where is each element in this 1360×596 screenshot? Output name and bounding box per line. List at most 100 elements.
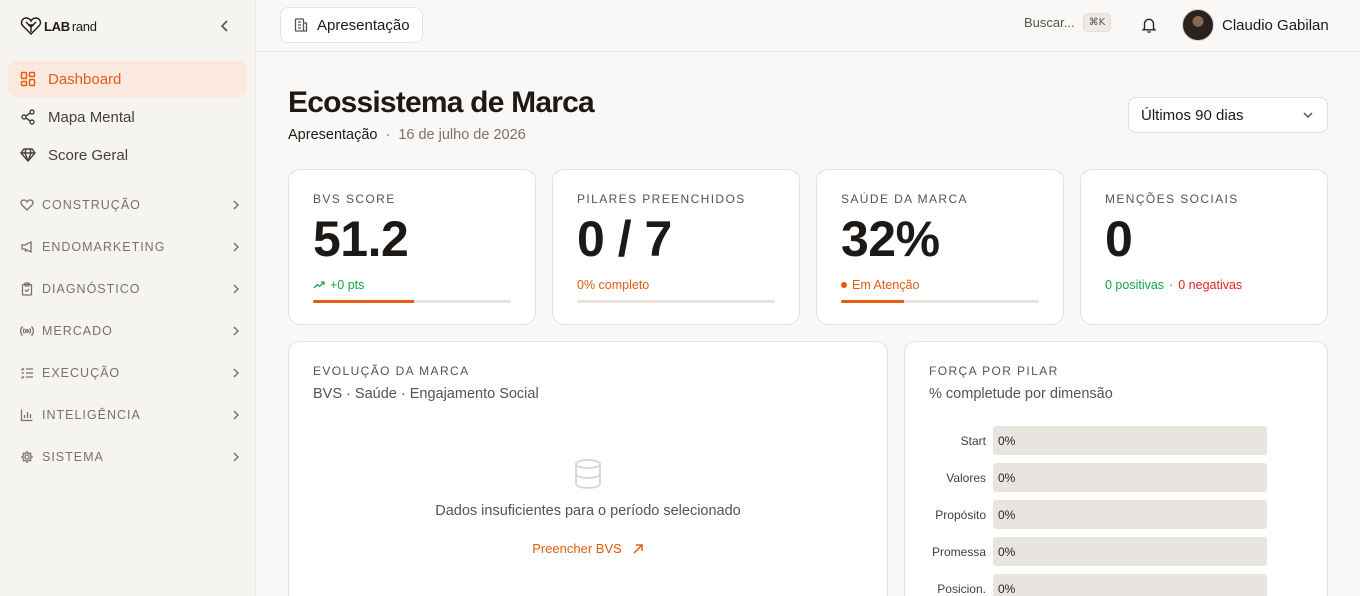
collapse-sidebar-button[interactable] bbox=[215, 16, 235, 36]
chevron-right-icon bbox=[233, 242, 240, 252]
chevron-right-icon bbox=[233, 200, 240, 210]
sidebar-section-inteligencia[interactable]: INTELIGÊNCIA bbox=[0, 394, 255, 436]
evolution-card: EVOLUÇÃO DA MARCA BVS · Saúde · Engajame… bbox=[288, 341, 888, 596]
kpi-progress-fill bbox=[841, 300, 905, 303]
pillar-bar: 0% bbox=[993, 463, 1267, 492]
kpi-value: 0 bbox=[1105, 211, 1133, 267]
kpi-trend: +0 pts bbox=[313, 277, 511, 293]
force-by-pillar-card: FORÇA POR PILAR % completude por dimensã… bbox=[904, 341, 1328, 596]
building-icon bbox=[294, 18, 308, 32]
kpi-trend-text: +0 pts bbox=[330, 278, 365, 292]
kpi-card-bvs-score: BVS SCORE 51.2 +0 pts bbox=[288, 169, 536, 325]
pillar-value: 0% bbox=[998, 582, 1016, 596]
kpi-value: 32% bbox=[841, 211, 940, 267]
pillar-value: 0% bbox=[998, 471, 1016, 485]
sidebar-section-endomarketing[interactable]: ENDOMARKETING bbox=[0, 226, 255, 268]
pillar-bar: 0% bbox=[993, 426, 1267, 455]
section-label: ENDOMARKETING bbox=[42, 240, 166, 254]
logo-text-bold: LAB bbox=[44, 18, 70, 34]
sidebar-header: LAB rand bbox=[0, 0, 255, 52]
sidebar-sections: CONSTRUÇÃO ENDOMARKETING DIAGNÓSTICO MER… bbox=[0, 184, 255, 478]
card-subtitle: % completude por dimensão bbox=[929, 386, 1113, 402]
diamond-icon bbox=[20, 148, 36, 163]
pillar-bar: 0% bbox=[993, 500, 1267, 529]
logo-text-thin: rand bbox=[71, 18, 97, 34]
sidebar-section-execucao[interactable]: EXECUÇÃO bbox=[0, 352, 255, 394]
broadcast-icon bbox=[20, 326, 34, 336]
breadcrumb-project[interactable]: Apresentação bbox=[280, 7, 423, 43]
pillar-name: Posicion. bbox=[937, 581, 986, 596]
chevron-right-icon bbox=[233, 410, 240, 420]
kpi-progress-bar bbox=[313, 300, 511, 303]
topbar: Apresentação Buscar... ⌘K Claudio Gabila… bbox=[256, 0, 1360, 52]
sidebar-item-score-geral[interactable]: Score Geral bbox=[8, 137, 247, 173]
status-badge: Em Atenção bbox=[852, 278, 920, 292]
fill-bvs-link[interactable]: Preencher BVS bbox=[532, 541, 644, 556]
sidebar-item-label: Mapa Mental bbox=[48, 108, 135, 126]
kpi-note: 0% completo bbox=[577, 277, 775, 293]
sidebar-section-mercado[interactable]: MERCADO bbox=[0, 310, 255, 352]
chevron-right-icon bbox=[233, 284, 240, 294]
pillar-value: 0% bbox=[998, 545, 1016, 559]
kpi-value: 51.2 bbox=[313, 211, 409, 267]
pillar-row: Promessa 0% bbox=[929, 533, 1267, 570]
sidebar-item-label: Score Geral bbox=[48, 146, 129, 164]
section-label: EXECUÇÃO bbox=[42, 366, 121, 380]
section-label: DIAGNÓSTICO bbox=[42, 282, 141, 296]
page-date: 16 de julho de 2026 bbox=[398, 127, 526, 143]
kpi-sentiment: 0 positivas · 0 negativas bbox=[1105, 277, 1303, 293]
sidebar-nav: Dashboard Mapa Mental Score Geral bbox=[0, 52, 255, 184]
kpi-label: MENÇÕES SOCIAIS bbox=[1105, 192, 1239, 206]
search-trigger[interactable]: Buscar... ⌘K bbox=[1024, 13, 1112, 32]
page-subtitle: Apresentação · 16 de julho de 2026 bbox=[288, 127, 526, 143]
clipboard-icon bbox=[21, 282, 33, 296]
avatar bbox=[1182, 9, 1214, 41]
chevron-right-icon bbox=[233, 326, 240, 336]
sidebar-item-mapa-mental[interactable]: Mapa Mental bbox=[8, 99, 247, 135]
kpi-note-text: 0% completo bbox=[577, 278, 650, 292]
period-select[interactable]: Últimos 90 dias bbox=[1128, 97, 1328, 133]
sidebar-section-sistema[interactable]: SISTEMA bbox=[0, 436, 255, 478]
user-menu[interactable]: Claudio Gabilan bbox=[1182, 9, 1329, 41]
search-label: Buscar... bbox=[1024, 15, 1075, 30]
pillar-value: 0% bbox=[998, 508, 1016, 522]
trending-up-icon bbox=[313, 281, 325, 289]
kpi-card-mencoes: MENÇÕES SOCIAIS 0 0 positivas · 0 negati… bbox=[1080, 169, 1328, 325]
kpi-progress-bar bbox=[577, 300, 775, 303]
pillar-row: Posicion. 0% bbox=[929, 570, 1267, 596]
subtitle-separator: · bbox=[385, 127, 391, 143]
sidebar-section-diagnostico[interactable]: DIAGNÓSTICO bbox=[0, 268, 255, 310]
sidebar-item-dashboard[interactable]: Dashboard bbox=[8, 61, 247, 97]
chevron-right-icon bbox=[233, 368, 240, 378]
pillar-name: Promessa bbox=[931, 544, 986, 559]
search-shortcut-badge: ⌘K bbox=[1082, 13, 1112, 32]
bell-icon[interactable] bbox=[1140, 16, 1158, 34]
pillar-bar: 0% bbox=[993, 574, 1267, 596]
pillar-name: Valores bbox=[946, 470, 986, 485]
period-value: Últimos 90 dias bbox=[1141, 106, 1244, 124]
megaphone-icon bbox=[21, 240, 32, 254]
share-nodes-icon bbox=[21, 109, 35, 125]
chevron-down-icon bbox=[1303, 112, 1313, 119]
pillar-row: Valores 0% bbox=[929, 459, 1267, 496]
section-label: INTELIGÊNCIA bbox=[42, 408, 141, 422]
pillar-bars: Start 0% Valores 0% Propósito 0% Promessa 0%… bbox=[929, 422, 1267, 596]
status-dot bbox=[841, 282, 847, 288]
card-subtitle: BVS · Saúde · Engajamento Social bbox=[313, 386, 539, 402]
bar-chart-icon bbox=[20, 409, 33, 422]
chevron-right-icon bbox=[233, 452, 240, 462]
kpi-label: BVS SCORE bbox=[313, 192, 396, 206]
sidebar-item-label: Dashboard bbox=[48, 70, 122, 88]
kpi-status: Em Atenção bbox=[841, 277, 1039, 293]
sidebar-section-construcao[interactable]: CONSTRUÇÃO bbox=[0, 184, 255, 226]
cta-label: Preencher BVS bbox=[532, 541, 622, 556]
sentiment-separator: · bbox=[1169, 278, 1174, 292]
sidebar: LAB rand Dashboard Mapa Mental Score Gera… bbox=[0, 0, 256, 596]
pillar-value: 0% bbox=[998, 434, 1016, 448]
heart-icon bbox=[20, 199, 34, 211]
section-label: MERCADO bbox=[42, 324, 113, 338]
dashboard-grid-icon bbox=[20, 71, 36, 87]
empty-state: Dados insuficientes para o período selec… bbox=[289, 458, 887, 558]
brand-logo[interactable]: LAB rand bbox=[20, 16, 97, 36]
checklist-icon bbox=[21, 367, 33, 379]
